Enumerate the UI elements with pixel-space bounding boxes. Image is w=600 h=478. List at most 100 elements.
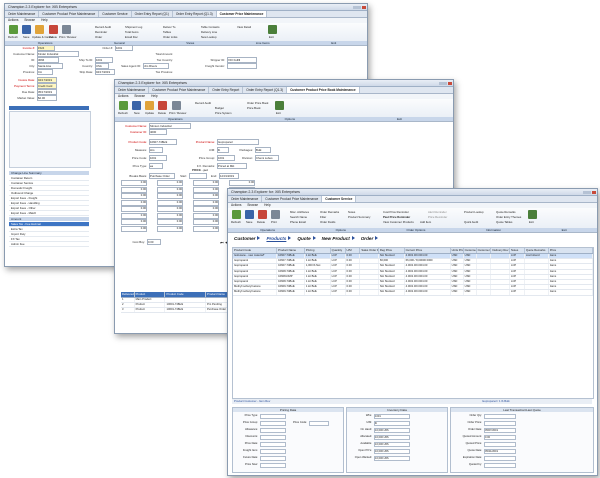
new-button[interactable]: New xyxy=(134,111,140,115)
list-item[interactable]: Admin Fee xyxy=(9,242,89,247)
tab-report-2[interactable]: Order Entry Report (Q1.3) xyxy=(243,87,288,93)
tab-customer-service[interactable]: Customer Service xyxy=(99,11,132,17)
column-header[interactable]: Delivery Rev Price xyxy=(491,248,510,253)
cust-price-reminder-button[interactable]: Cust Price Reminder xyxy=(383,210,409,214)
order-button[interactable]: Order xyxy=(95,35,102,39)
price-reminder-button[interactable]: Price Reminder xyxy=(428,215,447,219)
panel-field-value[interactable] xyxy=(484,441,516,447)
fx-remarks-field[interactable]: Priced at Mkt xyxy=(217,163,247,169)
exit-button[interactable]: Exit xyxy=(276,111,281,115)
col-product-code[interactable]: Product Code xyxy=(165,292,207,297)
price-break-cell[interactable]: 0.00 xyxy=(121,186,147,193)
delete-button[interactable]: Delete xyxy=(49,35,57,39)
delete-icon[interactable] xyxy=(158,101,167,110)
price-break-cell[interactable]: 0.00 xyxy=(121,225,147,232)
alert-reminder-button[interactable]: Alert Reminder xyxy=(428,210,447,214)
workflow-new-product[interactable]: New Product xyxy=(322,236,355,241)
maximize-button[interactable] xyxy=(443,82,447,85)
new-icon[interactable] xyxy=(132,101,141,110)
print-icon[interactable] xyxy=(271,210,280,219)
order-fields-button[interactable]: Order Fields xyxy=(320,220,335,224)
order-entry-themes-button[interactable]: Order Entry Themes xyxy=(496,215,521,219)
panel-field-value[interactable]: 0.00 xyxy=(484,434,516,440)
refresh-icon[interactable] xyxy=(9,25,18,34)
print-button[interactable]: Print / Review xyxy=(59,35,76,39)
price-break-cell[interactable]: 0.00 xyxy=(193,219,219,225)
panel-field-value[interactable] xyxy=(260,434,286,440)
start-field[interactable] xyxy=(189,173,207,179)
column-header[interactable]: Notes xyxy=(510,248,525,253)
exit-icon[interactable] xyxy=(268,25,277,34)
workflow-products[interactable]: Products xyxy=(266,236,292,241)
maximize-button[interactable] xyxy=(357,6,361,9)
exit-button[interactable]: Exit xyxy=(269,35,274,39)
packages-field[interactable]: Bulk xyxy=(255,147,271,153)
print-icon[interactable] xyxy=(172,101,181,110)
price-break-cell[interactable]: 0.00 xyxy=(121,193,147,199)
column-header[interactable]: Reg Price xyxy=(379,248,405,253)
price-system-button[interactable]: Price System xyxy=(215,111,231,115)
new-lookup-button[interactable]: New Lookup xyxy=(201,35,217,39)
price-break-cell[interactable]: 0.00 xyxy=(193,186,219,193)
cost-buy-field[interactable]: 0.00 xyxy=(147,239,161,245)
print-button[interactable]: Print / Review xyxy=(169,111,186,115)
record-audit-button[interactable]: Record Audit xyxy=(195,101,211,105)
order-links-button[interactable]: Order Links xyxy=(163,35,177,39)
tab-customer-product-price[interactable]: Customer Product Price Maintenance xyxy=(262,196,323,202)
refresh-icon[interactable] xyxy=(232,210,241,219)
close-button[interactable] xyxy=(361,6,366,9)
deliver-to-button[interactable]: Deliver To xyxy=(163,25,175,29)
minimize-button[interactable] xyxy=(352,6,357,9)
phone-email-button[interactable]: Phone Email xyxy=(290,220,306,224)
price-break-cell[interactable]: 0.00 xyxy=(193,212,219,219)
price-break-cell[interactable]: 0.00 xyxy=(193,180,219,186)
price-break-cell[interactable]: 0.00 xyxy=(121,212,147,219)
delete-icon[interactable] xyxy=(258,210,267,219)
column-header[interactable]: Sales Order Price xyxy=(360,248,379,253)
panel-field-value[interactable]: 05/07/2019 xyxy=(484,427,516,433)
email-doc-button[interactable]: Email Doc xyxy=(125,35,138,39)
column-header[interactable]: Customer Defined xyxy=(477,248,492,253)
price-break-cell[interactable]: 0.00 xyxy=(193,193,219,199)
panel-field-value[interactable] xyxy=(484,455,516,461)
customer-id-field[interactable]: 4000 xyxy=(149,129,167,135)
col-delivered[interactable]: Delivered At xyxy=(121,292,135,297)
budget-button[interactable]: Budget xyxy=(215,106,224,110)
close-button[interactable] xyxy=(447,82,452,85)
panel-field-value[interactable] xyxy=(260,462,286,468)
province-field[interactable]: CA xyxy=(37,69,53,75)
price-code-field[interactable] xyxy=(309,420,329,426)
total-items-button[interactable]: Total Items xyxy=(125,30,139,34)
price-break-cell[interactable]: 0.00 xyxy=(121,219,147,225)
workflow-customer[interactable]: Customer xyxy=(234,236,261,241)
product-summary-button[interactable]: Product Summary xyxy=(348,215,370,219)
save-icon[interactable] xyxy=(22,25,31,34)
product-lookup-button[interactable]: Product Lookup xyxy=(464,210,484,214)
filter-button[interactable]: Filter xyxy=(320,215,326,219)
price-book-button[interactable]: Price Book xyxy=(247,106,261,110)
close-button[interactable] xyxy=(591,191,596,194)
price-break-cell[interactable]: 0.00 xyxy=(157,225,183,232)
search-name-button[interactable]: Search Name xyxy=(290,215,307,219)
panel-field-value[interactable] xyxy=(260,448,286,454)
save-icon[interactable] xyxy=(245,210,254,219)
column-header[interactable]: Product Name xyxy=(277,248,305,253)
view-detail-button[interactable]: View Detail xyxy=(237,25,251,29)
panel-field-value[interactable] xyxy=(260,441,286,447)
market-value-field[interactable]: $2.00 xyxy=(37,95,57,101)
add-item-button[interactable]: Add Item xyxy=(420,220,431,224)
tab-price-book[interactable]: Customer Product Price Book Maintenance xyxy=(287,87,360,93)
price-break-cell[interactable]: 0.00 xyxy=(193,225,219,232)
panel-field-value[interactable] xyxy=(260,427,286,433)
update-icon[interactable] xyxy=(145,101,154,110)
ship-date-field[interactable]: 04/17/2019 xyxy=(95,69,115,75)
price-break-cell[interactable]: 0.00 xyxy=(121,206,147,212)
tab-report-2[interactable]: Order Entry Report (Q1.3) xyxy=(173,11,217,17)
delete-icon[interactable] xyxy=(49,25,58,34)
quote-tables-button[interactable]: Quote Tables xyxy=(496,220,512,224)
exit-icon[interactable] xyxy=(275,101,284,110)
column-header[interactable]: Product Code xyxy=(233,248,278,253)
tab-order-maintenance[interactable]: Order Maintenance xyxy=(115,87,150,93)
tab-report-1[interactable]: Order Entry Report xyxy=(209,87,244,93)
freight-field[interactable] xyxy=(227,63,257,69)
